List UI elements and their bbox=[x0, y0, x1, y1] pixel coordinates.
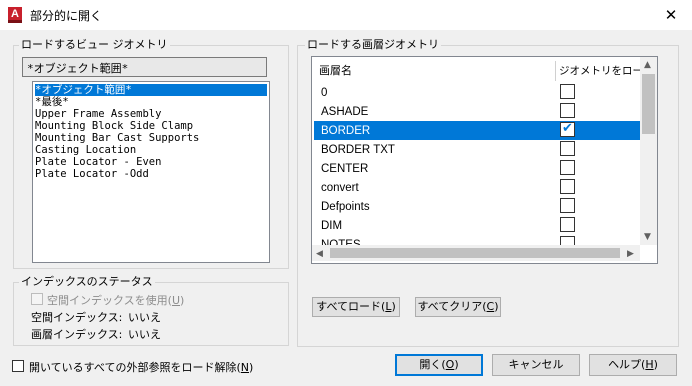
layer-row[interactable]: ASHADE bbox=[314, 102, 640, 121]
load-geometry-checkbox[interactable]: ✔ bbox=[560, 121, 575, 137]
load-all-button[interactable]: すべてロード(L) bbox=[312, 297, 400, 317]
checkmark-icon: ✔ bbox=[562, 121, 573, 136]
layer-index-label: 画層インデックス: bbox=[31, 328, 123, 341]
load-geometry-checkbox[interactable] bbox=[560, 141, 575, 156]
layer-row[interactable]: BORDER ✔ bbox=[314, 121, 640, 140]
layer-row[interactable]: BORDER TXT bbox=[314, 140, 640, 159]
load-geometry-checkbox[interactable] bbox=[560, 198, 575, 213]
view-list-item[interactable]: Mounting Block Side Clamp bbox=[35, 120, 193, 132]
horizontal-scroll-thumb[interactable] bbox=[330, 248, 620, 258]
scroll-left-arrow-icon[interactable]: ◀ bbox=[316, 249, 323, 259]
layer-row[interactable]: Defpoints bbox=[314, 197, 640, 216]
window-title: 部分的に開く bbox=[30, 9, 103, 23]
autocad-app-icon: A bbox=[8, 7, 22, 23]
title-bar bbox=[0, 0, 692, 30]
index-status-group-label: インデックスのステータス bbox=[19, 275, 155, 288]
scroll-down-arrow-icon[interactable]: ▼ bbox=[644, 232, 651, 242]
spatial-index-label: 空間インデックス: bbox=[31, 311, 123, 324]
load-view-group-label: ロードするビュー ジオメトリ bbox=[19, 38, 170, 51]
use-spatial-index-checkbox[interactable] bbox=[31, 293, 43, 305]
help-button[interactable]: ヘルプ(H) bbox=[589, 354, 677, 376]
use-spatial-index-label: 空間インデックスを使用(U) bbox=[47, 294, 185, 307]
open-button[interactable]: 開く(O) bbox=[395, 354, 483, 376]
unload-xrefs-checkbox[interactable] bbox=[12, 360, 24, 372]
load-geometry-checkbox[interactable] bbox=[560, 179, 575, 194]
load-geometry-checkbox[interactable] bbox=[560, 160, 575, 175]
vertical-scroll-thumb[interactable] bbox=[642, 74, 655, 134]
layer-row[interactable]: CENTER bbox=[314, 159, 640, 178]
load-geometry-checkbox[interactable] bbox=[560, 217, 575, 232]
cancel-button[interactable]: キャンセル bbox=[492, 354, 580, 376]
view-list-item[interactable]: Casting Location bbox=[35, 144, 136, 156]
unload-xrefs-label: 開いているすべての外部参照をロード解除(N) bbox=[29, 361, 254, 374]
layer-row[interactable]: NOTES bbox=[314, 235, 640, 251]
view-list-item[interactable]: Plate Locator -Odd bbox=[35, 168, 149, 180]
spatial-index-value: いいえ bbox=[128, 311, 161, 324]
current-view-field[interactable]: *オブジェクト範囲* bbox=[22, 57, 267, 77]
view-list-item[interactable]: Upper Frame Assembly bbox=[35, 108, 161, 120]
clear-all-button[interactable]: すべてクリア(C) bbox=[415, 297, 501, 317]
scroll-right-arrow-icon[interactable]: ▶ bbox=[627, 249, 634, 259]
column-header-layer-name[interactable]: 画層名 bbox=[319, 61, 352, 81]
view-listbox[interactable]: *オブジェクト範囲* *最後* Upper Frame Assembly Mou… bbox=[32, 81, 270, 263]
view-list-item[interactable]: *最後* bbox=[35, 96, 69, 108]
layer-row[interactable]: 0 bbox=[314, 83, 640, 102]
load-geometry-checkbox[interactable] bbox=[560, 84, 575, 99]
load-layers-group-label: ロードする画層ジオメトリ bbox=[305, 38, 441, 51]
load-geometry-checkbox[interactable] bbox=[560, 103, 575, 118]
view-list-item[interactable]: Plate Locator - Even bbox=[35, 156, 161, 168]
current-view-value: *オブジェクト範囲* bbox=[27, 62, 129, 75]
scroll-up-arrow-icon[interactable]: ▲ bbox=[644, 60, 651, 70]
layer-row[interactable]: DIM bbox=[314, 216, 640, 235]
close-button[interactable]: ✕ bbox=[656, 3, 686, 27]
view-list-item[interactable]: Mounting Bar Cast Supports bbox=[35, 132, 199, 144]
layer-index-value: いいえ bbox=[128, 328, 161, 341]
layer-grid[interactable]: 画層名 ジオメトリをロード 0 ASHADE BORDER ✔ BORDER TX… bbox=[311, 56, 658, 264]
column-separator[interactable] bbox=[555, 61, 556, 81]
view-list-item[interactable]: *オブジェクト範囲* bbox=[35, 84, 267, 96]
app-icon-letter: A bbox=[11, 8, 19, 20]
layer-row[interactable]: convert bbox=[314, 178, 640, 197]
